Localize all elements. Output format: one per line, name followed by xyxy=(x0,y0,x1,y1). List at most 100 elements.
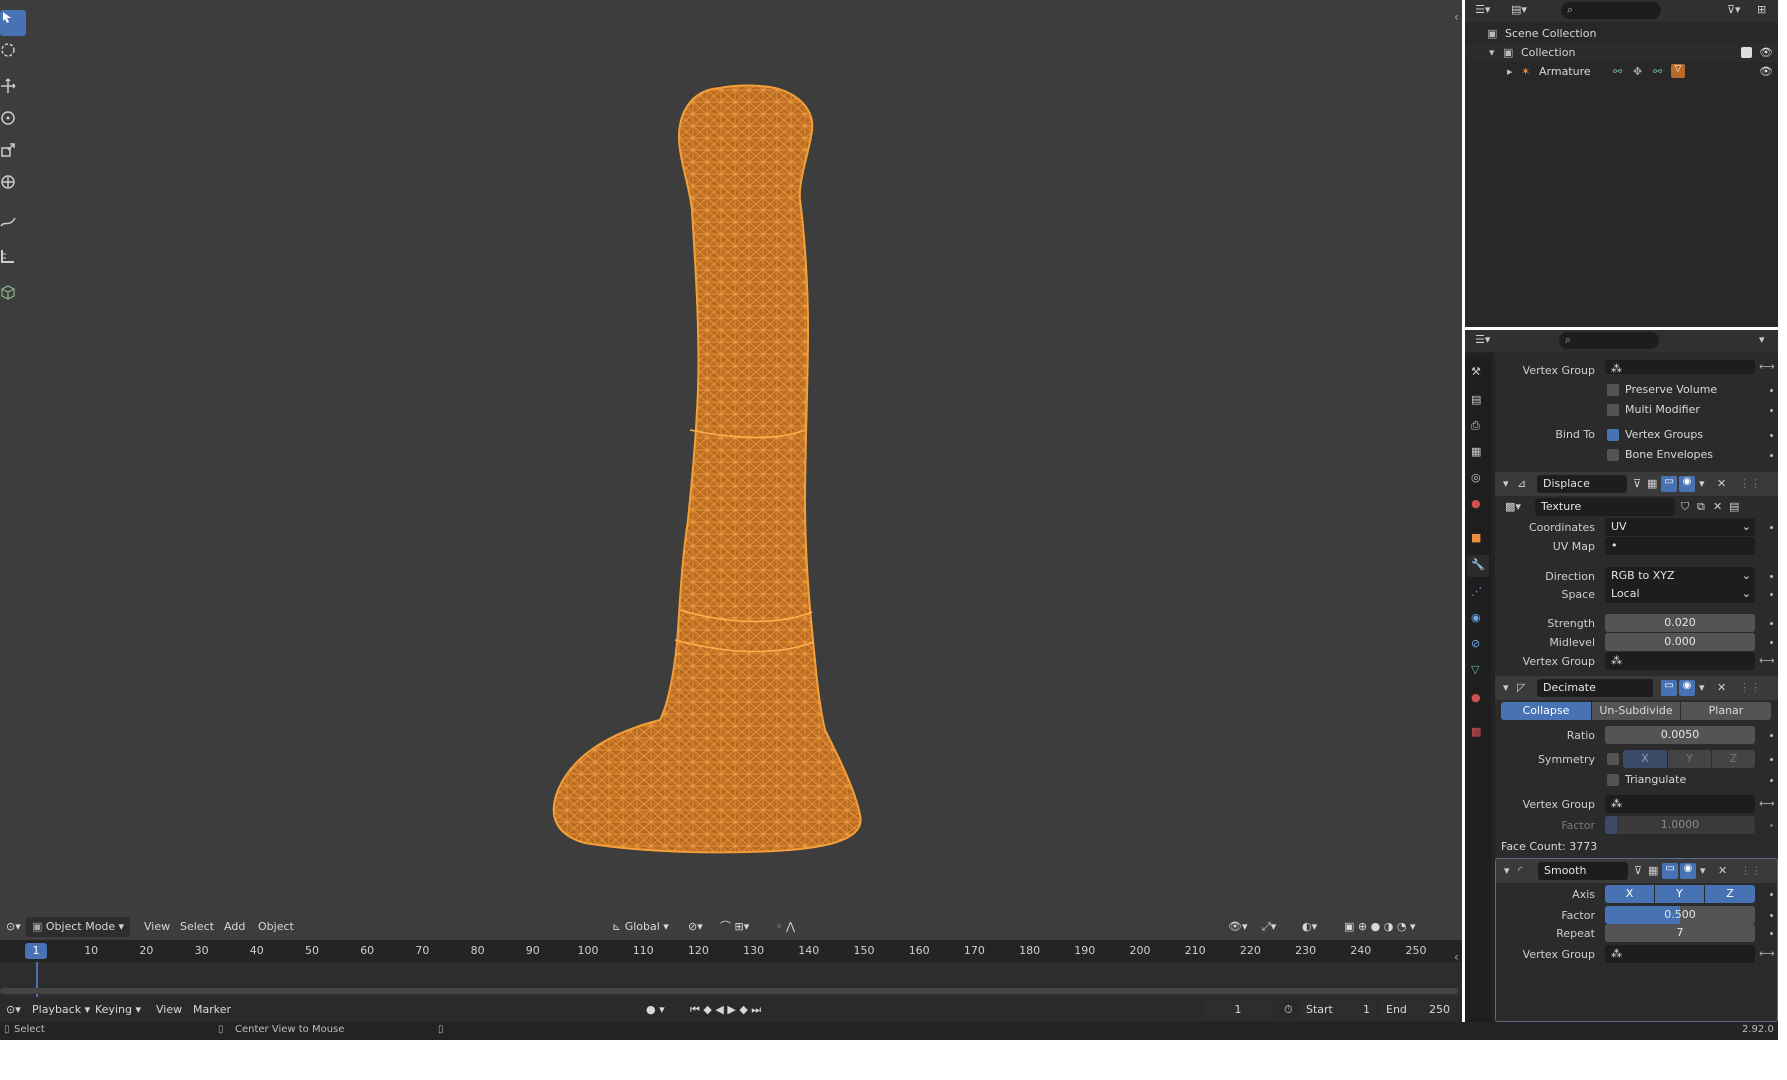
menu-add[interactable]: Add xyxy=(218,917,251,937)
modifier-tab[interactable]: 🔧 xyxy=(1467,555,1489,577)
strength-field[interactable]: 0.020 xyxy=(1605,614,1755,632)
displace-modifier-header[interactable]: ▾ ⊿ Displace ⊽ ▦ ▭ ◉ ▾ ✕ ⋮⋮ xyxy=(1495,472,1778,496)
timeline-ruler[interactable]: 1 10 20 30 40 50 60 70 80 90 100 110 120 130 140 150 160… xyxy=(0,940,1462,962)
texture-field[interactable]: Texture xyxy=(1535,498,1675,516)
pivot-icon[interactable]: ⊘▾ xyxy=(682,917,709,937)
triangulate-checkbox[interactable] xyxy=(1607,774,1619,786)
viewport-display-icon[interactable]: ▭ xyxy=(1662,863,1678,879)
menu-keying[interactable]: Keying ▾ xyxy=(89,1000,147,1020)
outliner[interactable]: ☰▾ ▤▾ ⌕ ⊽▾ ⊞ ▣ Scene Collection ▾ ▣ Coll… xyxy=(1465,0,1778,327)
texture-icon[interactable]: ▩▾ xyxy=(1505,500,1521,513)
stopwatch-icon[interactable]: ⏱ xyxy=(1278,1000,1299,1020)
cage-icon[interactable]: ▦ xyxy=(1648,864,1658,877)
eye-icon[interactable]: 👁 xyxy=(1759,46,1773,59)
move-icon[interactable] xyxy=(0,78,26,104)
data-tab-icon[interactable]: ▽ xyxy=(1471,663,1479,676)
outliner-row-collection[interactable]: ▾ ▣ Collection 👁 xyxy=(1465,43,1778,62)
armature-data-icon[interactable]: ⚯ xyxy=(1613,65,1622,78)
preserve-volume-checkbox[interactable] xyxy=(1607,384,1619,396)
invert-icon[interactable]: ⟷ xyxy=(1759,797,1775,810)
output-tab-icon[interactable]: ⎙ xyxy=(1471,419,1480,433)
measure-icon[interactable] xyxy=(0,248,26,274)
rendered-shading-icon[interactable]: ◔ xyxy=(1397,920,1407,933)
smooth-axis-z[interactable]: Z xyxy=(1705,885,1755,903)
space-dropdown[interactable]: Local ⌄ xyxy=(1605,585,1755,603)
end-frame-field[interactable]: End 250 xyxy=(1380,1000,1456,1020)
keyframe-dot[interactable] xyxy=(1770,389,1773,392)
decimate-factor-field[interactable]: 1.0000 xyxy=(1605,816,1755,834)
start-frame-field[interactable]: Start 1 xyxy=(1300,1000,1376,1020)
drag-handle-icon[interactable]: ⋮⋮ xyxy=(1739,477,1761,490)
coordinates-dropdown[interactable]: UV ⌄ xyxy=(1605,518,1755,536)
bone-envelopes-checkbox[interactable] xyxy=(1607,449,1619,461)
collapse-icon[interactable]: ▾ xyxy=(1503,477,1509,490)
keyframe-dot[interactable] xyxy=(1770,526,1773,529)
tool-tab-icon[interactable]: ⚒ xyxy=(1471,365,1481,378)
keyframe-dot[interactable] xyxy=(1770,641,1773,644)
timeline-editor-icon[interactable]: ⊙▾ xyxy=(0,1000,27,1020)
collapse-icon[interactable]: ▾ xyxy=(1504,864,1510,877)
displace-name-field[interactable]: Displace xyxy=(1537,475,1627,493)
planar-tab[interactable]: Planar xyxy=(1681,702,1771,720)
physics-tab-icon[interactable]: ◉ xyxy=(1471,611,1481,624)
invert-icon[interactable]: ⟷ xyxy=(1759,947,1775,960)
proportional-edit-icon[interactable]: ◦ ⋀ xyxy=(770,917,801,937)
menu-marker[interactable]: Marker xyxy=(187,1000,237,1020)
snap-icon[interactable]: ⌒ ⊞▾ xyxy=(714,917,755,937)
material-shading-icon[interactable]: ◑ xyxy=(1384,920,1394,933)
multi-modifier-checkbox[interactable] xyxy=(1607,404,1619,416)
transform-icon[interactable] xyxy=(0,174,26,200)
viewport-display-icon[interactable]: ▭ xyxy=(1661,476,1677,492)
keyframe-dot[interactable] xyxy=(1770,734,1773,737)
prev-keyframe-icon[interactable]: ◆ xyxy=(703,1003,711,1016)
particles-tab-icon[interactable]: ⋰ xyxy=(1471,585,1482,598)
collapse-sidebar-icon[interactable]: ‹ xyxy=(1454,10,1459,24)
chevron-down-icon[interactable]: ▾ xyxy=(1700,864,1706,877)
midlevel-field[interactable]: 0.000 xyxy=(1605,633,1755,651)
outliner-editor-icon[interactable]: ☰▾ xyxy=(1475,3,1490,16)
world-tab-icon[interactable]: ● xyxy=(1471,497,1481,510)
keyframe-dot[interactable] xyxy=(1770,914,1773,917)
jump-end-icon[interactable]: ⏭ xyxy=(751,1003,761,1016)
drag-handle-icon[interactable]: ⋮⋮ xyxy=(1739,681,1761,694)
edit-mode-icon[interactable]: ⊽ xyxy=(1633,477,1641,490)
render-icon[interactable]: ◉ xyxy=(1680,863,1696,879)
collection-checkbox[interactable] xyxy=(1741,47,1752,58)
texture-tab-icon[interactable]: ▩ xyxy=(1471,725,1481,738)
eye-icon[interactable]: 👁 xyxy=(1759,65,1773,78)
symmetry-axis-x[interactable]: X xyxy=(1623,750,1667,768)
smooth-factor-field[interactable]: 0.500 xyxy=(1605,906,1755,924)
xray-icon[interactable]: ▣ xyxy=(1344,920,1354,933)
smooth-modifier-header[interactable]: ▾ ◜ Smooth ⊽ ▦ ▭ ◉ ▾ ✕ ⋮⋮ xyxy=(1496,859,1777,883)
current-frame-badge[interactable]: 1 xyxy=(25,943,47,959)
keyframe-dot[interactable] xyxy=(1770,824,1773,827)
cursor-icon[interactable] xyxy=(0,42,26,68)
keyframe-dot[interactable] xyxy=(1770,454,1773,457)
render-icon[interactable]: ◉ xyxy=(1679,476,1695,492)
symmetry-axis-z[interactable]: Z xyxy=(1712,750,1755,768)
new-collection-icon[interactable]: ⊞ xyxy=(1757,3,1766,16)
collapse-tab[interactable]: Collapse xyxy=(1501,702,1591,720)
overlay-icon[interactable]: ◐▾ xyxy=(1296,917,1323,937)
decimate-vertex-group-field[interactable]: ⁂ xyxy=(1605,795,1755,813)
unsubdivide-tab[interactable]: Un-Subdivide xyxy=(1592,702,1680,720)
uvmap-field[interactable]: • xyxy=(1605,537,1755,555)
keyframe-dot[interactable] xyxy=(1770,434,1773,437)
visibility-icon[interactable]: 👁▾ xyxy=(1222,917,1254,937)
gizmo-icon[interactable]: ⤢▾ xyxy=(1256,917,1282,937)
filter-icon[interactable]: ⊽▾ xyxy=(1727,3,1741,16)
object-tab-icon[interactable]: ■ xyxy=(1471,531,1481,544)
jump-start-icon[interactable]: ⏮ xyxy=(690,1003,700,1016)
chevron-down-icon[interactable]: ▾ xyxy=(1699,477,1705,490)
expand-icon[interactable]: ▾ xyxy=(1489,46,1495,59)
smooth-vertex-group-field[interactable]: ⁂ xyxy=(1605,945,1755,963)
material-tab-icon[interactable]: ● xyxy=(1471,691,1481,704)
scale-icon[interactable] xyxy=(0,142,26,168)
record-icon[interactable]: ● ▾ xyxy=(640,1000,671,1020)
expand-icon[interactable]: ▸ xyxy=(1507,65,1513,78)
outliner-row-scene-collection[interactable]: ▣ Scene Collection xyxy=(1465,24,1778,43)
keyframe-dot[interactable] xyxy=(1770,593,1773,596)
render-icon[interactable]: ◉ xyxy=(1679,680,1695,696)
keyframe-dot[interactable] xyxy=(1770,893,1773,896)
solid-shading-icon[interactable]: ● xyxy=(1371,920,1381,933)
